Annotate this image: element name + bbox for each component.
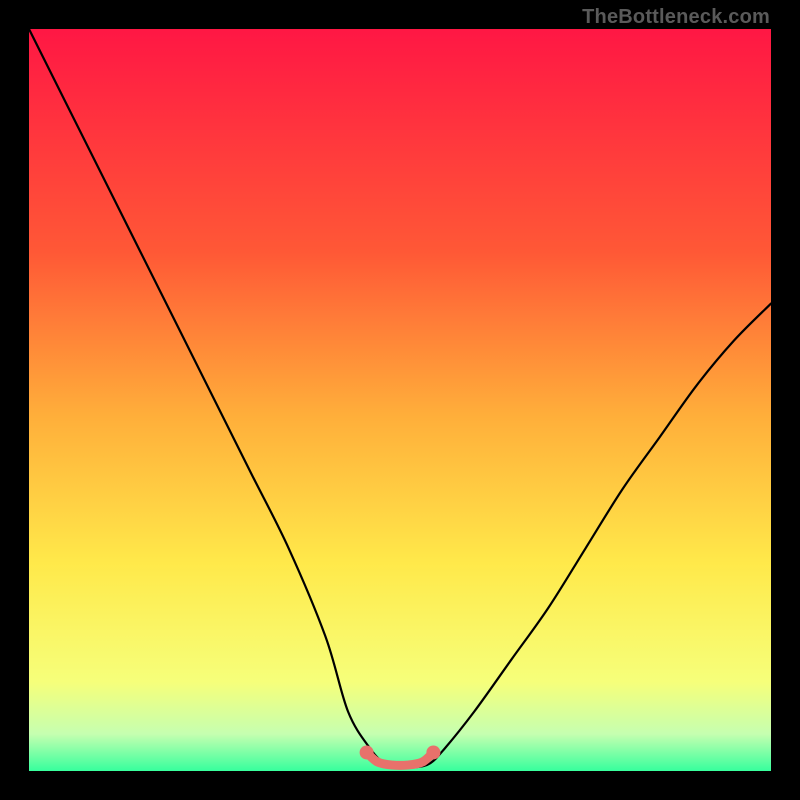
watermark-text: TheBottleneck.com: [582, 6, 770, 29]
valley-marker-dot: [426, 745, 440, 759]
valley-marker-line: [367, 752, 434, 765]
chart-frame: TheBottleneck.com: [0, 0, 800, 800]
valley-marker-group: [360, 745, 441, 765]
curve-layer: [29, 29, 771, 771]
valley-marker-dot: [360, 745, 374, 759]
bottleneck-curve: [29, 29, 771, 768]
plot-area: [29, 29, 771, 771]
